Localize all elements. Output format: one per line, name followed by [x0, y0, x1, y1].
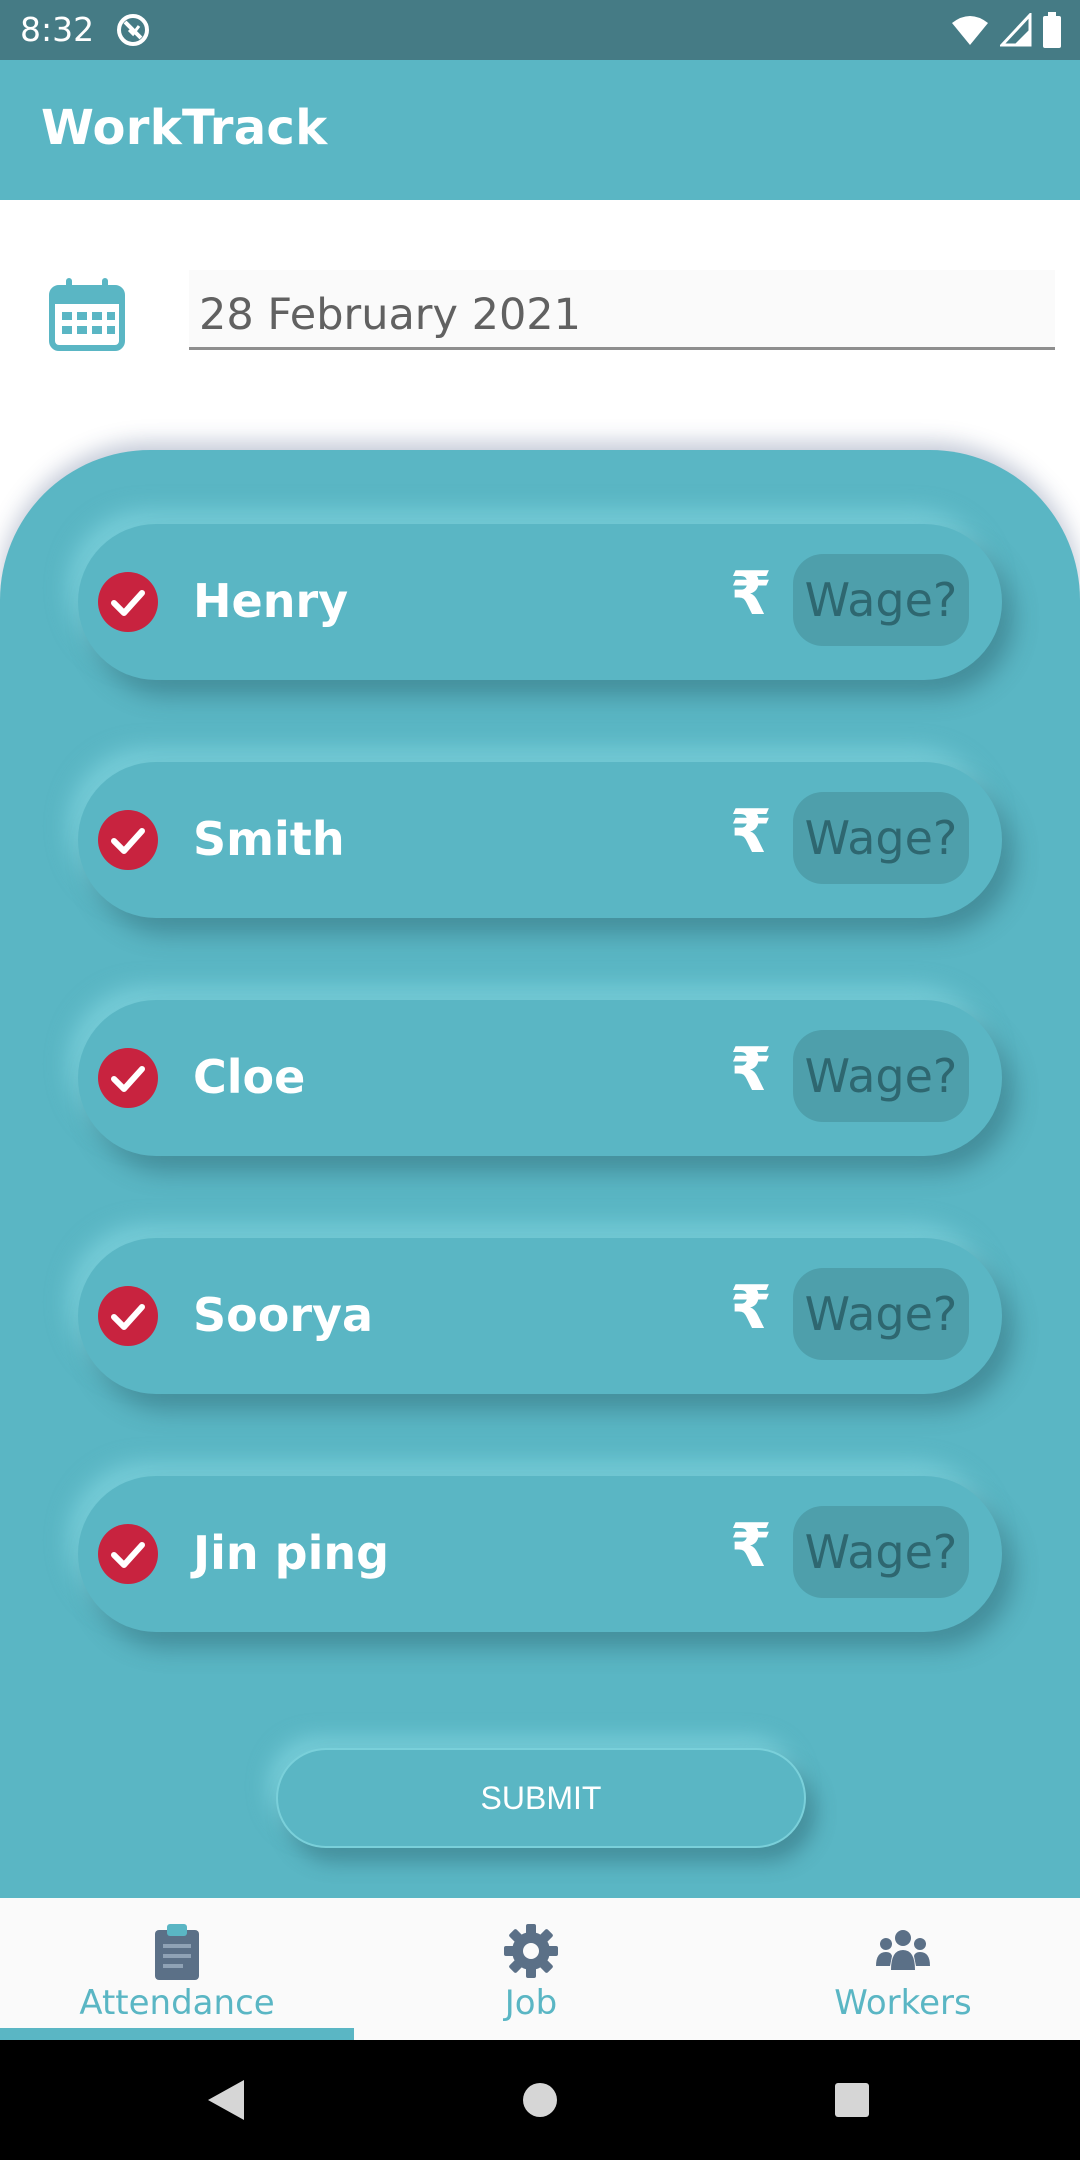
check-circle-icon[interactable] — [98, 1524, 158, 1584]
wage-input[interactable] — [793, 792, 969, 884]
worker-row: Henry ₹ — [78, 524, 1002, 680]
nav-item-attendance[interactable]: Attendance — [0, 1898, 354, 2040]
status-time: 8:32 — [20, 10, 95, 49]
nav-item-job[interactable]: Job — [354, 1898, 708, 2040]
nav-active-indicator — [0, 2028, 354, 2040]
rupee-icon: ₹ — [730, 797, 772, 867]
worker-name: Henry — [193, 574, 349, 628]
gear-icon — [504, 1924, 558, 1978]
worker-name: Jin ping — [193, 1526, 390, 1580]
worker-row: Jin ping ₹ — [78, 1476, 1002, 1632]
home-icon — [523, 2083, 557, 2117]
worker-name: Smith — [193, 812, 345, 866]
system-nav-bar — [0, 2040, 1080, 2160]
worker-row: Soorya ₹ — [78, 1238, 1002, 1394]
worker-row: Cloe ₹ — [78, 1000, 1002, 1156]
wage-input[interactable] — [793, 554, 969, 646]
rupee-icon: ₹ — [730, 1273, 772, 1343]
signal-icon — [1000, 13, 1032, 47]
check-circle-icon[interactable] — [98, 1286, 158, 1346]
nav-label: Workers — [834, 1983, 972, 2023]
wage-input[interactable] — [793, 1268, 969, 1360]
status-bar: 8:32 — [0, 0, 1080, 60]
back-button[interactable] — [186, 2060, 266, 2140]
app-bar: WorkTrack — [0, 60, 1080, 200]
rupee-icon: ₹ — [730, 1511, 772, 1581]
nav-label: Job — [504, 1983, 558, 2023]
check-circle-icon[interactable] — [98, 572, 158, 632]
home-button[interactable] — [500, 2060, 580, 2140]
rupee-icon: ₹ — [730, 559, 772, 629]
check-circle-icon[interactable] — [98, 810, 158, 870]
recents-icon — [835, 2083, 869, 2117]
app-notification-icon — [117, 14, 149, 46]
nav-item-workers[interactable]: Workers — [726, 1898, 1080, 2040]
battery-icon — [1043, 12, 1061, 48]
rupee-icon: ₹ — [730, 1035, 772, 1105]
check-circle-icon[interactable] — [98, 1048, 158, 1108]
calendar-icon[interactable] — [48, 276, 126, 352]
nav-label: Attendance — [79, 1983, 275, 2023]
date-input[interactable] — [189, 270, 1055, 347]
wifi-icon — [952, 16, 988, 45]
submit-button[interactable]: SUBMIT — [276, 1748, 806, 1848]
worker-name: Soorya — [193, 1288, 374, 1342]
worker-name: Cloe — [193, 1050, 306, 1104]
bottom-nav: Attendance Job Workers — [0, 1898, 1080, 2040]
date-field[interactable] — [189, 270, 1055, 350]
wage-input[interactable] — [793, 1506, 969, 1598]
clipboard-icon — [155, 1924, 199, 1980]
recents-button[interactable] — [812, 2060, 892, 2140]
back-icon — [208, 2080, 244, 2120]
app-title: WorkTrack — [41, 100, 328, 156]
worker-row: Smith ₹ — [78, 762, 1002, 918]
group-icon — [876, 1930, 930, 1970]
wage-input[interactable] — [793, 1030, 969, 1122]
